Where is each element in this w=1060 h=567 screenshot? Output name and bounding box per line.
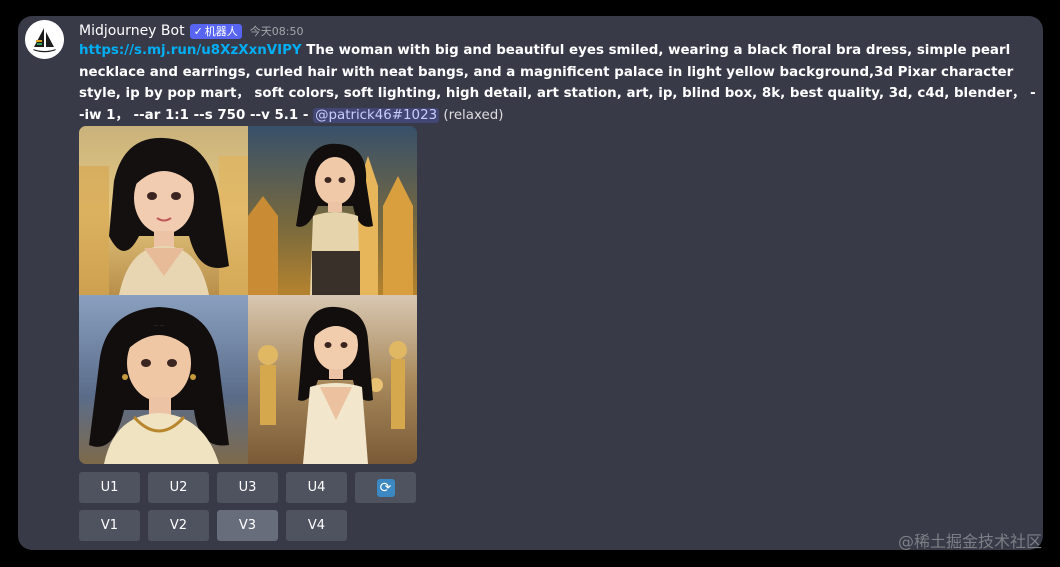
u3-button[interactable]: U3 — [217, 472, 278, 503]
v4-button[interactable]: V4 — [286, 510, 347, 541]
v3-button[interactable]: V3 — [217, 510, 278, 541]
generated-image-3[interactable] — [79, 295, 248, 464]
upscale-buttons: U1 U2 U3 U4 ⟳ — [79, 472, 416, 503]
generated-image-4[interactable] — [248, 295, 417, 464]
variation-buttons: V1 V2 V3 V4 — [79, 510, 347, 541]
refresh-icon: ⟳ — [376, 478, 395, 497]
generated-image-1[interactable] — [79, 126, 248, 295]
timestamp: 今天08:50 — [249, 25, 304, 38]
sailboat-logo-icon — [25, 20, 64, 59]
reroll-button[interactable]: ⟳ — [355, 472, 416, 503]
mode-label: (relaxed) — [439, 107, 504, 123]
image-grid[interactable] — [79, 126, 417, 464]
prompt-link[interactable]: https://s.mj.run/u8XzXxnVIPY — [79, 43, 302, 58]
watermark: @稀土掘金技术社区 — [897, 532, 1042, 551]
username[interactable]: Midjourney Bot — [79, 23, 185, 39]
u1-button[interactable]: U1 — [79, 472, 140, 503]
message-content: https://s.mj.run/u8XzXxnVIPY The woman w… — [79, 40, 1039, 126]
bot-badge: ✓ 机器人 — [189, 23, 242, 39]
check-icon: ✓ — [193, 24, 203, 38]
message-header: Midjourney Bot ✓ 机器人 今天08:50 — [79, 20, 304, 42]
user-mention[interactable]: @patrick46#1023 — [313, 107, 440, 123]
bot-badge-label: 机器人 — [204, 24, 238, 38]
v2-button[interactable]: V2 — [148, 510, 209, 541]
u2-button[interactable]: U2 — [148, 472, 209, 503]
avatar[interactable] — [25, 20, 64, 59]
u4-button[interactable]: U4 — [286, 472, 347, 503]
v1-button[interactable]: V1 — [79, 510, 140, 541]
generated-image-2[interactable] — [248, 126, 417, 295]
message-container: Midjourney Bot ✓ 机器人 今天08:50 https://s.m… — [18, 16, 1043, 550]
